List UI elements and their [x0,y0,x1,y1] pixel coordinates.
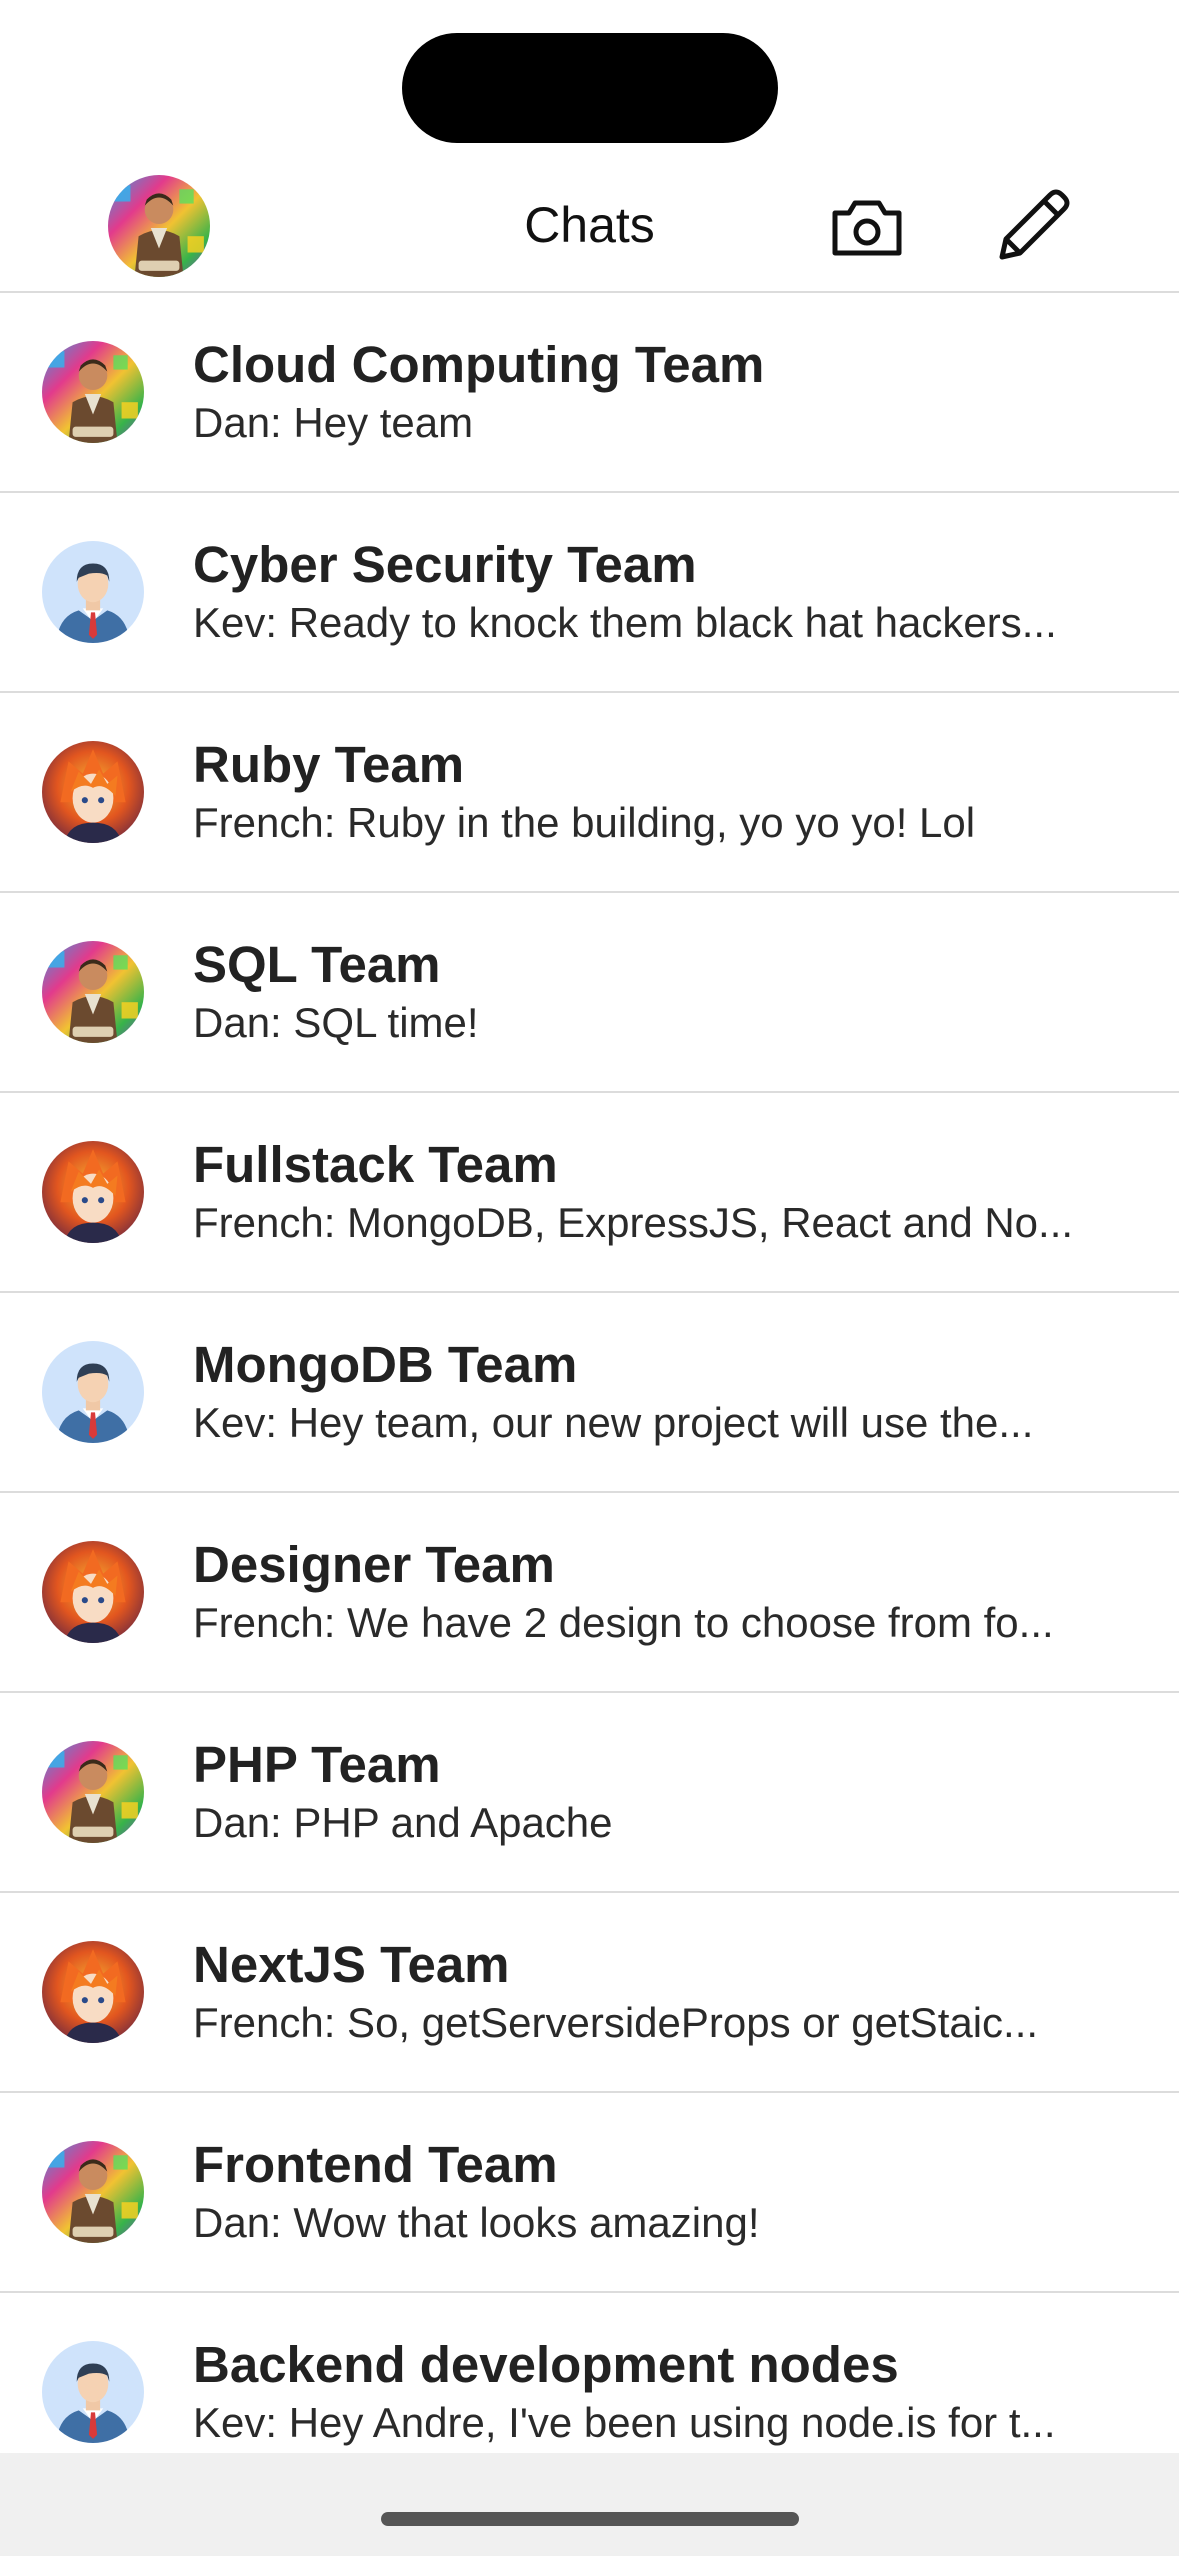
chat-preview: French: MongoDB, ExpressJS, React and No… [193,1199,1074,1246]
chat-avatar [42,1941,144,2043]
chat-avatar [42,1341,144,1443]
camera-button[interactable] [829,195,905,261]
chat-name: MongoDB Team [193,1336,578,1393]
chat-row[interactable]: MongoDB Team Kev: Hey team, our new proje… [0,1293,1179,1493]
french-avatar-icon [42,1541,144,1643]
chat-avatar [42,1741,144,1843]
chat-row[interactable]: Designer Team French: We have 2 design to… [0,1493,1179,1693]
bottom-bar [0,2453,1179,2556]
french-avatar-icon [42,1141,144,1243]
chat-row[interactable]: Cyber Security Team Kev: Ready to knock t… [0,493,1179,693]
chat-name: Backend development nodes [193,2336,899,2393]
chat-row[interactable]: Ruby Team French: Ruby in the building, y… [0,693,1179,893]
home-indicator[interactable] [381,2512,799,2526]
chat-name: Ruby Team [193,736,465,793]
chat-name: Fullstack Team [193,1136,558,1193]
kev-avatar-icon [42,1341,144,1443]
chat-name: PHP Team [193,1736,441,1793]
compose-pencil-icon [999,189,1070,260]
chat-avatar [42,1141,144,1243]
compose-button[interactable] [994,185,1074,265]
chat-avatar [42,941,144,1043]
chat-row[interactable]: Frontend Team Dan: Wow that looks amazing… [0,2093,1179,2293]
chat-name: SQL Team [193,936,441,993]
chat-preview: Kev: Hey Andre, I've been using node.is … [193,2399,1056,2446]
dan-avatar-icon [42,341,144,443]
chat-preview: Dan: Hey team [193,399,474,446]
chat-row[interactable]: PHP Team Dan: PHP and Apache [0,1693,1179,1893]
chat-avatar [42,341,144,443]
french-avatar-icon [42,1941,144,2043]
chat-preview: Dan: SQL time! [193,999,479,1046]
chat-list[interactable]: Cloud Computing Team Dan: Hey team Cyber S… [0,293,1179,2453]
chat-name: NextJS Team [193,1936,510,1993]
dan-avatar-icon [42,2141,144,2243]
chat-name: Frontend Team [193,2136,558,2193]
chat-name: Designer Team [193,1536,555,1593]
french-avatar-icon [42,741,144,843]
chat-preview: Kev: Hey team, our new project will use … [193,1399,1034,1446]
chat-preview: Dan: PHP and Apache [193,1799,613,1846]
chat-preview: Dan: Wow that looks amazing! [193,2199,760,2246]
chat-name: Cyber Security Team [193,536,697,593]
chat-preview: French: So, getServersideProps or getSta… [193,1999,1039,2046]
chat-row[interactable]: SQL Team Dan: SQL time! [0,893,1179,1093]
kev-avatar-icon [42,541,144,643]
chat-preview: French: We have 2 design to choose from … [193,1599,1054,1646]
chat-row[interactable]: NextJS Team French: So, getServersideProp… [0,1893,1179,2093]
chat-preview: French: Ruby in the building, yo yo yo! … [193,799,976,846]
chat-avatar [42,541,144,643]
camera-icon [832,200,902,256]
dynamic-island [402,33,778,143]
chats-header: Chats [0,165,1179,293]
chat-name: Cloud Computing Team [193,336,765,393]
chat-preview: Kev: Ready to knock them black hat hacke… [193,599,1057,646]
dan-avatar-icon [42,941,144,1043]
chat-row[interactable]: Fullstack Team French: MongoDB, ExpressJS… [0,1093,1179,1293]
kev-avatar-icon [42,2341,144,2443]
chat-avatar [42,2341,144,2443]
chat-avatar [42,741,144,843]
chat-avatar [42,2141,144,2243]
chat-avatar [42,1541,144,1643]
dan-avatar-icon [42,1741,144,1843]
chat-row[interactable]: Cloud Computing Team Dan: Hey team [0,293,1179,493]
chat-row[interactable]: Backend development nodes Kev: Hey Andre,… [0,2293,1179,2453]
